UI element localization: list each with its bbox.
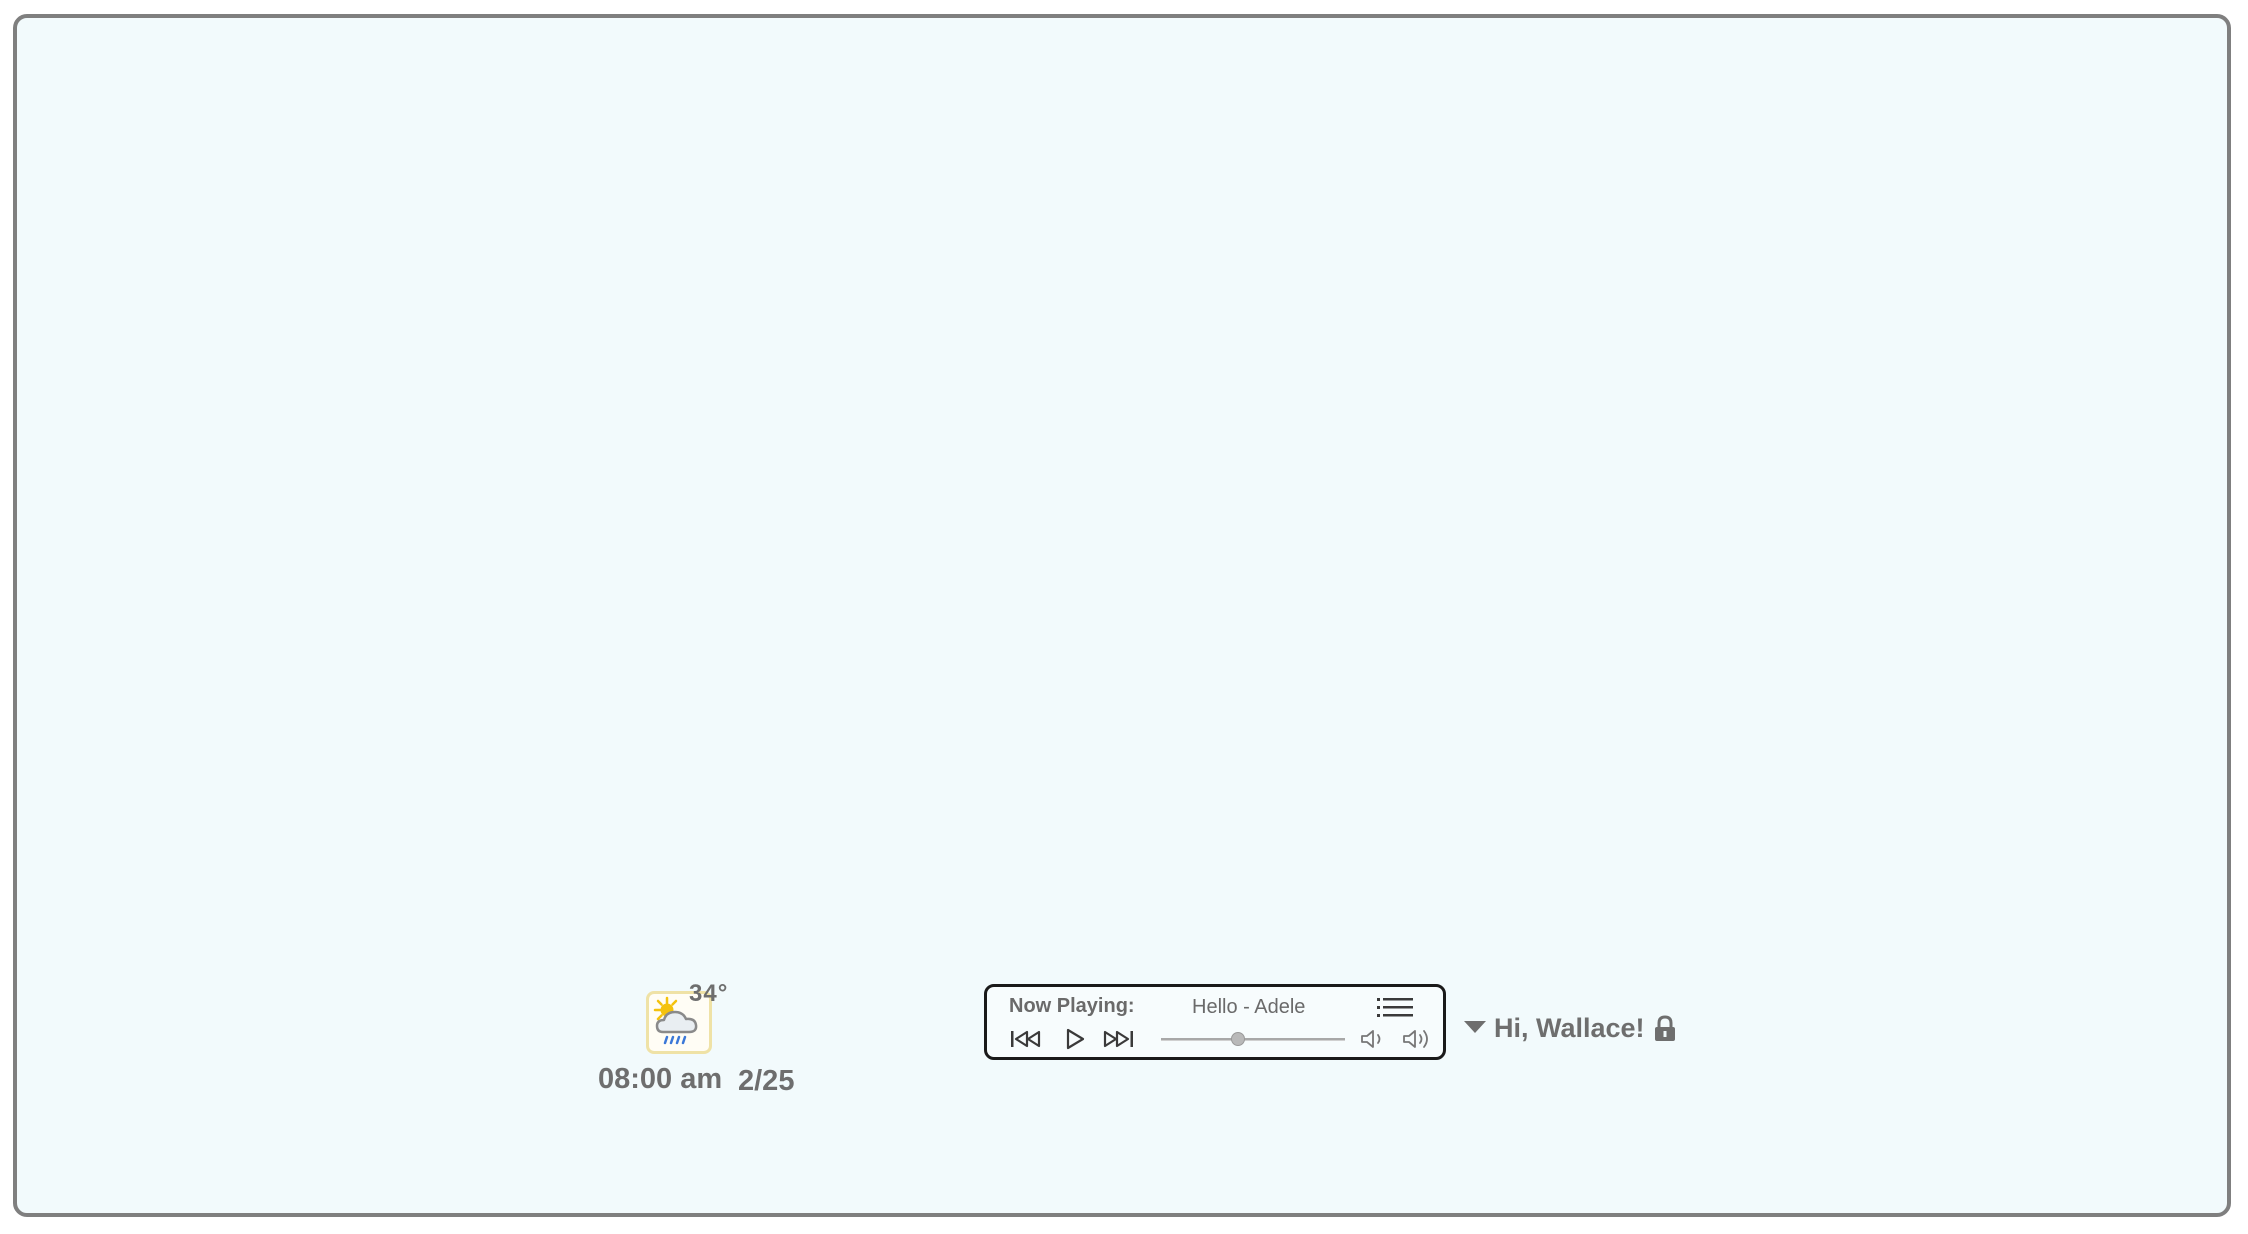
play-button[interactable]: [1063, 1027, 1087, 1051]
progress-slider[interactable]: [1161, 1029, 1345, 1049]
clock-date: 2/25: [738, 1065, 795, 1097]
now-playing-label: Now Playing:: [1009, 995, 1135, 1017]
temperature-readout: 34°: [689, 980, 729, 1007]
playlist-button[interactable]: [1375, 995, 1415, 1021]
previous-track-button[interactable]: [1009, 1027, 1043, 1051]
lock-icon: [1655, 1015, 1675, 1041]
volume-up-icon: [1403, 1030, 1428, 1048]
volume-down-button[interactable]: [1359, 1027, 1389, 1051]
play-icon: [1066, 1028, 1085, 1050]
track-title: Hello - Adele: [1192, 996, 1306, 1018]
user-greeting[interactable]: Hi, Wallace!: [1494, 1013, 1645, 1044]
progress-thumb[interactable]: [1231, 1032, 1245, 1046]
music-player: Now Playing: Hello - Adele: [984, 984, 1446, 1060]
clock-time: 08:00 am: [598, 1063, 723, 1095]
volume-down-icon: [1361, 1030, 1381, 1048]
playlist-icon: [1377, 998, 1413, 1017]
lock-screen-button[interactable]: [1653, 1015, 1677, 1043]
caret-down-icon: [1464, 1021, 1486, 1033]
weather-widget: 34° 08:00 am 2/25: [598, 978, 818, 1098]
skip-forward-icon: [1103, 1030, 1133, 1048]
volume-up-button[interactable]: [1401, 1027, 1435, 1051]
next-track-button[interactable]: [1101, 1027, 1135, 1051]
progress-track: [1161, 1038, 1345, 1041]
skip-back-icon: [1011, 1030, 1041, 1048]
user-menu-dropdown[interactable]: [1463, 1019, 1487, 1035]
